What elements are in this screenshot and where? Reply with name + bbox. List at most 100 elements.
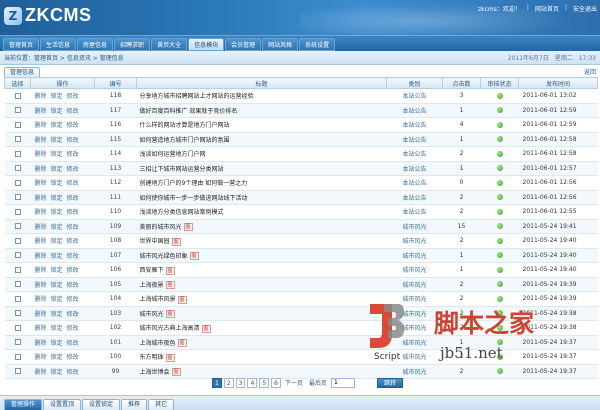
edit-link[interactable]: 修改 — [67, 369, 79, 376]
row-title-link[interactable]: 浅谈地方分类信息网站案例模式 — [140, 209, 224, 216]
edit-link[interactable]: 修改 — [67, 166, 79, 173]
delete-link[interactable]: 删除 — [35, 369, 47, 376]
bottom-tab[interactable]: 设置置顶 — [43, 399, 82, 410]
back-link[interactable]: 返回 — [584, 67, 596, 76]
row-checkbox[interactable] — [14, 295, 21, 302]
lock-link[interactable]: 锁定 — [51, 195, 63, 202]
page-button[interactable]: 5 — [259, 377, 270, 388]
lock-link[interactable]: 锁定 — [51, 209, 63, 216]
lock-link[interactable]: 锁定 — [51, 166, 63, 173]
page-jump-input[interactable] — [331, 377, 355, 388]
edit-link[interactable]: 修改 — [67, 282, 79, 289]
lock-link[interactable]: 锁定 — [51, 369, 63, 376]
nav-item[interactable]: 黄页大全 — [151, 38, 188, 51]
edit-link[interactable]: 修改 — [67, 224, 79, 231]
edit-link[interactable]: 修改 — [67, 151, 79, 158]
row-title-link[interactable]: 什么样的网站才算是地方门户网站 — [140, 122, 230, 129]
row-checkbox[interactable] — [14, 310, 21, 317]
delete-link[interactable]: 删除 — [35, 282, 47, 289]
lock-link[interactable]: 锁定 — [51, 296, 63, 303]
delete-link[interactable]: 删除 — [35, 253, 47, 260]
lock-link[interactable]: 锁定 — [51, 180, 63, 187]
edit-link[interactable]: 修改 — [67, 253, 79, 260]
row-title-link[interactable]: 做好百度百科推广 效果就于竞价排名 — [140, 108, 238, 115]
row-checkbox[interactable] — [14, 179, 21, 186]
nav-item[interactable]: 网站风格 — [262, 38, 299, 51]
row-checkbox[interactable] — [14, 92, 21, 99]
jump-button[interactable]: 跳转 — [377, 377, 404, 388]
delete-link[interactable]: 删除 — [35, 180, 47, 187]
lock-link[interactable]: 锁定 — [51, 224, 63, 231]
nav-item[interactable]: 管理首页 — [3, 38, 40, 51]
lock-link[interactable]: 锁定 — [51, 282, 63, 289]
delete-link[interactable]: 删除 — [35, 311, 47, 318]
lock-link[interactable]: 锁定 — [51, 151, 63, 158]
lock-link[interactable]: 锁定 — [51, 354, 63, 361]
row-checkbox[interactable] — [14, 223, 21, 230]
delete-link[interactable]: 删除 — [35, 238, 47, 245]
delete-link[interactable]: 删除 — [35, 93, 47, 100]
edit-link[interactable]: 修改 — [67, 354, 79, 361]
tab-manage-info[interactable]: 管理信息 — [4, 67, 41, 77]
row-title-link[interactable]: 城市风光古典上海高清 — [140, 325, 200, 332]
row-checkbox[interactable] — [14, 208, 21, 215]
last-page-link[interactable]: 最后页 — [307, 378, 329, 387]
page-button[interactable]: 4 — [247, 377, 258, 388]
page-button[interactable]: 3 — [235, 377, 246, 388]
row-title-link[interactable]: 世界中国园 — [140, 238, 170, 245]
delete-link[interactable]: 删除 — [35, 354, 47, 361]
row-checkbox[interactable] — [14, 252, 21, 259]
edit-link[interactable]: 修改 — [67, 340, 79, 347]
delete-link[interactable]: 删除 — [35, 151, 47, 158]
delete-link[interactable]: 删除 — [35, 267, 47, 274]
edit-link[interactable]: 修改 — [67, 93, 79, 100]
row-checkbox[interactable] — [14, 266, 21, 273]
edit-link[interactable]: 修改 — [67, 108, 79, 115]
delete-link[interactable]: 删除 — [35, 122, 47, 129]
edit-link[interactable]: 修改 — [67, 122, 79, 129]
page-button[interactable]: 6 — [271, 377, 281, 388]
lock-link[interactable]: 锁定 — [51, 311, 63, 318]
delete-link[interactable]: 删除 — [35, 224, 47, 231]
edit-link[interactable]: 修改 — [67, 311, 79, 318]
delete-link[interactable]: 删除 — [35, 209, 47, 216]
row-title-link[interactable]: 浅谈如何运营地方门户网 — [140, 151, 206, 158]
lock-link[interactable]: 锁定 — [51, 253, 63, 260]
edit-link[interactable]: 修改 — [67, 238, 79, 245]
row-title-link[interactable]: 如何使你城市一步一步做进网站线下活动 — [140, 195, 248, 202]
row-title-link[interactable]: 三招让下城市网站运营分类网站 — [140, 166, 224, 173]
edit-link[interactable]: 修改 — [67, 195, 79, 202]
row-title-link[interactable]: 上海夜景 — [140, 282, 164, 289]
lock-link[interactable]: 锁定 — [51, 267, 63, 274]
row-checkbox[interactable] — [14, 165, 21, 172]
lock-link[interactable]: 锁定 — [51, 340, 63, 347]
edit-link[interactable]: 修改 — [67, 267, 79, 274]
link-logout[interactable]: 安全退出 — [573, 4, 597, 13]
nav-item[interactable]: 房屋信息 — [77, 38, 114, 51]
next-page-link[interactable]: 下一页 — [283, 378, 305, 387]
row-title-link[interactable]: 东方明珠 — [140, 354, 164, 361]
delete-link[interactable]: 删除 — [35, 166, 47, 173]
delete-link[interactable]: 删除 — [35, 108, 47, 115]
row-checkbox[interactable] — [14, 237, 21, 244]
row-checkbox[interactable] — [14, 281, 21, 288]
edit-link[interactable]: 修改 — [67, 180, 79, 187]
nav-item[interactable]: 招聘求职 — [114, 38, 151, 51]
row-title-link[interactable]: 西安雁下 — [140, 267, 164, 274]
delete-link[interactable]: 删除 — [35, 296, 47, 303]
edit-link[interactable]: 修改 — [67, 325, 79, 332]
row-checkbox[interactable] — [14, 353, 21, 360]
nav-item[interactable]: 生活信息 — [40, 38, 77, 51]
row-checkbox[interactable] — [14, 136, 21, 143]
row-title-link[interactable]: 分享地方城市招聘网站上才网站的运营经验 — [140, 93, 254, 100]
row-title-link[interactable]: 如何营造地方城市门户网站的氛围 — [140, 137, 230, 144]
row-title-link[interactable]: 城市风光绿色印象 — [140, 253, 188, 260]
lock-link[interactable]: 锁定 — [51, 137, 63, 144]
row-title-link[interactable]: 上海城市夜色 — [140, 340, 176, 347]
edit-link[interactable]: 修改 — [67, 296, 79, 303]
lock-link[interactable]: 锁定 — [51, 108, 63, 115]
row-title-link[interactable]: 上海世博会 — [140, 369, 170, 376]
row-title-link[interactable]: 创建地方门户的9个理由 如何做一营之力 — [140, 180, 248, 187]
page-button[interactable]: 2 — [223, 377, 234, 388]
row-checkbox[interactable] — [14, 339, 21, 346]
